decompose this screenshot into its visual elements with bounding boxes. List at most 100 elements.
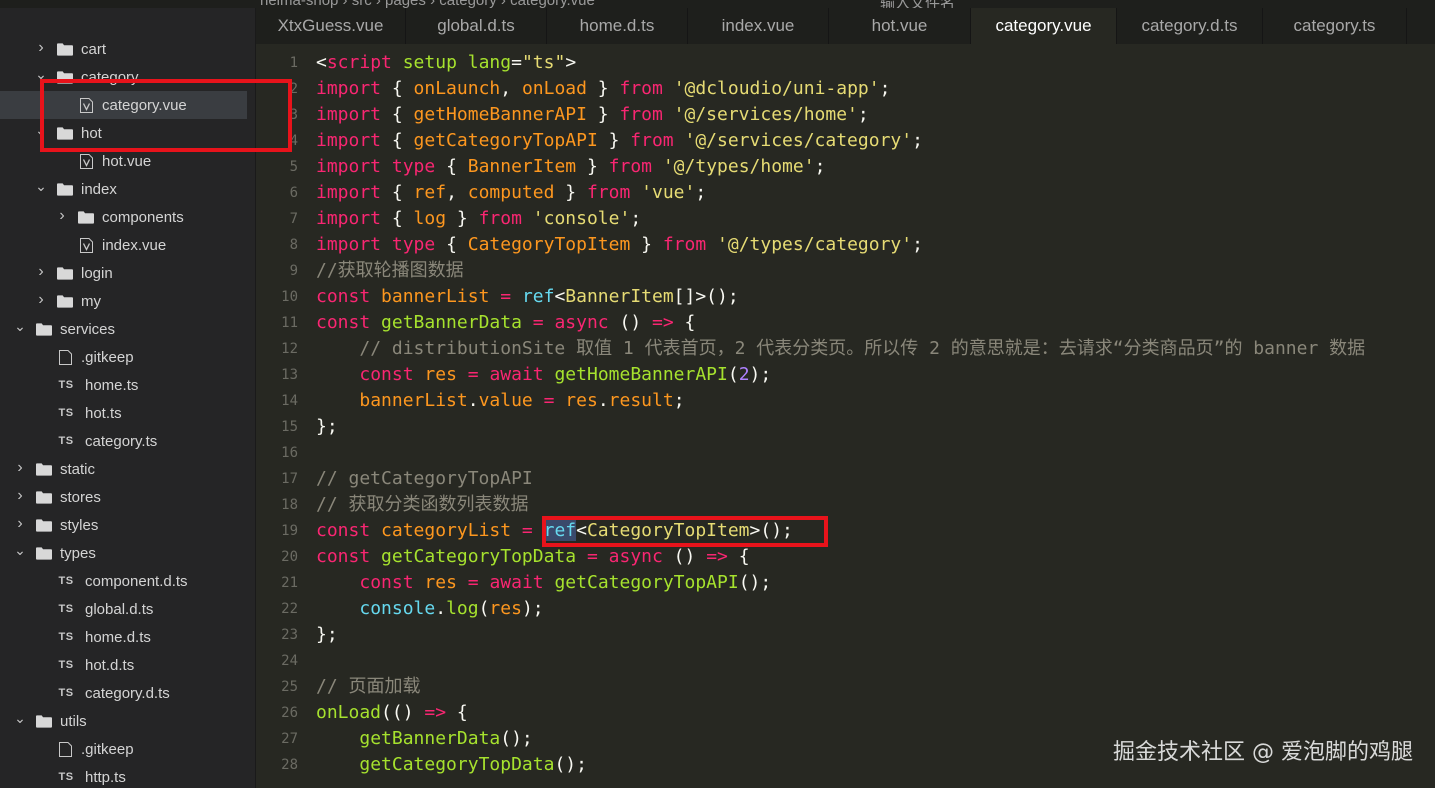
tree-item[interactable]: TS http.ts (0, 763, 255, 788)
editor-tab[interactable]: home.d.ts (547, 8, 688, 44)
typescript-file-icon: TS (58, 687, 74, 699)
tree-item[interactable]: TS category.ts (0, 427, 255, 455)
tree-item[interactable]: ⌄ services (0, 315, 255, 343)
chevron-down-icon[interactable]: ⌄ (35, 66, 47, 82)
chevron-right-icon[interactable]: › (35, 291, 47, 308)
code-token: { (727, 546, 750, 567)
code-token: = (511, 52, 522, 73)
code-token: CategoryTopItem (467, 234, 631, 255)
code-token: []>(); (673, 286, 739, 307)
code-token: }; (316, 416, 338, 437)
chevron-right-icon[interactable]: › (14, 459, 26, 476)
file-search-input[interactable]: 输入文件名 (880, 0, 955, 8)
breadcrumb[interactable]: heima-shop › src › pages › category › ca… (260, 0, 595, 8)
code-token: res (424, 364, 457, 385)
line-number: 3 (289, 107, 298, 123)
tree-item[interactable]: › my (0, 287, 255, 315)
tree-item[interactable]: ⌄ hot (0, 119, 255, 147)
chevron-down-icon[interactable]: ⌄ (35, 122, 47, 138)
code-token: }; (316, 624, 338, 645)
code-token: ref (543, 520, 577, 541)
code-token: = (543, 390, 555, 411)
chevron-down-icon[interactable]: ⌄ (14, 542, 26, 558)
tree-item[interactable]: index.vue (0, 231, 255, 259)
tree-item[interactable]: TS home.d.ts (0, 623, 255, 651)
tree-item[interactable]: TS home.ts (0, 371, 255, 399)
tree-item-label: component.d.ts (85, 572, 188, 590)
line-number: 11 (281, 315, 298, 331)
tree-item[interactable]: TS hot.d.ts (0, 651, 255, 679)
code-token: => (424, 702, 447, 723)
code-token: getBannerData (359, 728, 501, 749)
tree-item[interactable]: category.vue (0, 91, 247, 119)
folder-icon (78, 210, 94, 224)
tree-item[interactable]: › stores (0, 483, 255, 511)
line-number: 4 (289, 133, 298, 149)
code-token: . (435, 598, 447, 619)
typescript-file-icon: TS (58, 659, 74, 671)
editor-tab[interactable]: index.vue (688, 8, 829, 44)
tree-item[interactable]: ⌄ types (0, 539, 255, 567)
editor-tab[interactable]: hot.vue (829, 8, 971, 44)
tree-item[interactable]: ⌄ index (0, 175, 255, 203)
tree-item[interactable]: › static (0, 455, 255, 483)
typescript-file-icon: TS (58, 379, 74, 391)
chevron-right-icon[interactable]: › (35, 263, 47, 280)
code-token: 'console' (532, 208, 631, 229)
chevron-right-icon[interactable]: › (14, 487, 26, 504)
editor-tab[interactable]: category.ts (1263, 8, 1407, 44)
tree-item[interactable]: TS category.d.ts (0, 679, 255, 707)
tree-item[interactable]: ⌄ category (0, 63, 255, 91)
line-number: 6 (289, 185, 298, 201)
tree-item[interactable]: hot.vue (0, 147, 255, 175)
line-number: 24 (281, 653, 298, 669)
chevron-down-icon[interactable]: ⌄ (14, 318, 26, 334)
editor-tab[interactable]: XtxGuess.vue (256, 8, 406, 44)
code-token: onLoad (316, 702, 382, 723)
tree-item[interactable]: TS hot.ts (0, 399, 255, 427)
line-number: 7 (289, 211, 298, 227)
chevron-right-icon[interactable]: › (35, 39, 47, 56)
code-token: '@/services/home' (673, 104, 858, 125)
tree-item[interactable]: .gitkeep (0, 735, 255, 763)
code-token: (); (738, 572, 772, 593)
code-token: onLoad (521, 78, 587, 99)
tree-item[interactable]: › styles (0, 511, 255, 539)
code-line: <script setup lang="ts"> (316, 50, 576, 76)
tree-item[interactable]: › cart (0, 35, 255, 63)
tree-item[interactable]: › components (0, 203, 255, 231)
vue-file-icon (78, 237, 94, 253)
chevron-down-icon[interactable]: ⌄ (14, 710, 26, 726)
editor-tab[interactable]: category.vue (971, 8, 1117, 44)
code-line: getBannerData(); (316, 726, 532, 752)
tree-item[interactable]: TS global.d.ts (0, 595, 255, 623)
tree-item-label: index.vue (102, 236, 167, 254)
editor-tab[interactable]: category.d.ts (1117, 8, 1263, 44)
tree-item[interactable]: › login (0, 259, 255, 287)
code-token: (() (381, 702, 425, 723)
code-token: '@dcloudio/uni-app' (673, 78, 880, 99)
code-token: ; (879, 78, 891, 99)
chevron-down-icon[interactable]: ⌄ (35, 178, 47, 194)
line-number: 23 (281, 627, 298, 643)
editor-tab[interactable]: global.d.ts (406, 8, 547, 44)
code-token: async (554, 312, 609, 333)
tree-item-label: category (81, 68, 139, 86)
tree-item-label: index (81, 180, 117, 198)
code-editor[interactable]: 1 2 3 4 5 6 7 8 9 10 11 12 13 14 15 16 17 18 19 20 21 22 23 24 2… (256, 44, 1435, 788)
tree-item[interactable]: ⌄ utils (0, 707, 255, 735)
chevron-right-icon[interactable]: › (14, 515, 26, 532)
watermark: 掘金技术社区 @ 爱泡脚的鸡腿 (1113, 740, 1413, 765)
tree-item[interactable]: TS component.d.ts (0, 567, 255, 595)
code-token: (); (554, 754, 587, 775)
chevron-right-icon[interactable]: › (56, 207, 68, 224)
tree-item[interactable]: .gitkeep (0, 343, 255, 371)
